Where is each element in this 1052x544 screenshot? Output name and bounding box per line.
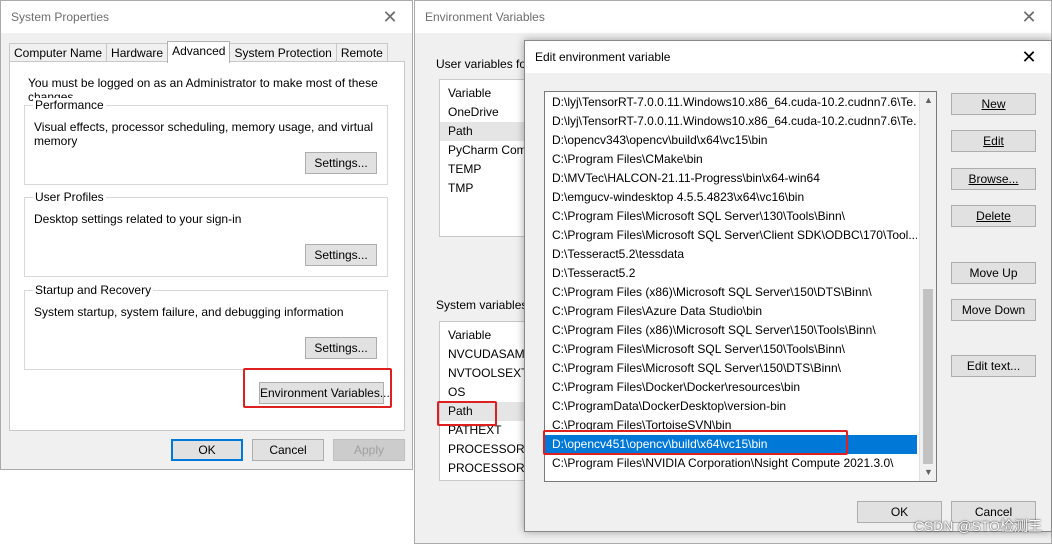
path-entry[interactable]: D:\opencv343\opencv\build\x64\vc15\bin [545,131,917,150]
new-button-label: New [981,97,1006,111]
path-entry[interactable]: D:\emgucv-windesktop 4.5.5.4823\x64\vc16… [545,188,917,207]
path-entry[interactable]: C:\Program Files (x86)\Microsoft SQL Ser… [545,321,917,340]
scroll-down-icon[interactable]: ▼ [920,464,936,481]
edit-text-button[interactable]: Edit text... [951,355,1036,377]
path-entries-list: D:\lyj\TensorRT-7.0.0.11.Windows10.x86_6… [544,91,937,482]
path-entry[interactable]: D:\MVTec\HALCON-21.11-Progress\bin\x64-w… [545,169,917,188]
user-profiles-desc: Desktop settings related to your sign-in [34,212,242,226]
path-entry[interactable]: D:\lyj\TensorRT-7.0.0.11.Windows10.x86_6… [545,93,917,112]
path-entry[interactable]: C:\Program Files\Docker\Docker\resources… [545,378,917,397]
path-entry[interactable]: C:\Program Files\TortoiseSVN\bin [545,416,917,435]
edit-text-button-label: Edit text... [966,359,1021,373]
close-icon[interactable]: ✕ [378,8,402,26]
scrollbar-thumb[interactable] [923,289,933,464]
edit-variable-titlebar: Edit environment variable ✕ [525,41,1051,73]
environment-variables-button[interactable]: Environment Variables... [259,382,390,404]
path-entry[interactable]: D:\opencv451\opencv\build\x64\vc15\bin [545,435,917,454]
edit-button-label: Edit [983,134,1004,148]
system-properties-titlebar: System Properties ✕ [1,1,412,33]
startup-recovery-settings-button[interactable]: Settings... [305,337,377,359]
system-properties-dialog: System Properties ✕ Computer Name Hardwa… [0,0,413,470]
close-icon[interactable]: ✕ [1017,8,1041,26]
delete-button-label: Delete [976,209,1011,223]
user-profiles-settings-button[interactable]: Settings... [305,244,377,266]
tab-bar: Computer Name Hardware Advanced System P… [9,41,388,63]
path-rows: D:\lyj\TensorRT-7.0.0.11.Windows10.x86_6… [545,92,936,473]
path-entry[interactable]: C:\Program Files (x86)\Microsoft SQL Ser… [545,283,917,302]
apply-button[interactable]: Apply [333,439,405,461]
system-properties-title: System Properties [11,10,110,24]
tab-hardware[interactable]: Hardware [106,43,169,62]
edit-button[interactable]: Edit [951,130,1036,152]
close-icon[interactable]: ✕ [1017,48,1041,66]
performance-group: Performance Visual effects, processor sc… [24,98,388,185]
watermark: CSDN @STO检测王 [913,518,1042,534]
performance-desc: Visual effects, processor scheduling, me… [34,120,374,148]
performance-settings-button[interactable]: Settings... [305,152,377,174]
tab-system-protection[interactable]: System Protection [229,43,337,62]
tab-computer-name[interactable]: Computer Name [9,43,108,62]
environment-variables-titlebar: Environment Variables ✕ [415,1,1051,33]
path-entry[interactable]: C:\Program Files\Microsoft SQL Server\13… [545,207,917,226]
user-variables-label: User variables for [436,57,531,71]
path-entry[interactable]: C:\Program Files\NVIDIA Corporation\Nsig… [545,454,917,473]
path-entry[interactable]: C:\Program Files\Microsoft SQL Server\Cl… [545,226,917,245]
path-entry[interactable]: C:\Program Files\CMake\bin [545,150,917,169]
path-entry[interactable]: C:\Program Files\Microsoft SQL Server\15… [545,340,917,359]
startup-recovery-desc: System startup, system failure, and debu… [34,305,344,319]
advanced-tab-pane: You must be logged on as an Administrato… [9,61,405,431]
performance-legend: Performance [33,98,106,112]
cancel-button[interactable]: Cancel [252,439,324,461]
path-entry[interactable]: D:\Tesseract5.2 [545,264,917,283]
path-entry[interactable]: D:\lyj\TensorRT-7.0.0.11.Windows10.x86_6… [545,112,917,131]
path-entry[interactable]: C:\Program Files\Microsoft SQL Server\15… [545,359,917,378]
scroll-up-icon[interactable]: ▲ [920,92,936,109]
path-list-scrollbar[interactable]: ▲ ▼ [919,92,936,481]
move-up-button-label: Move Up [969,266,1018,280]
environment-variables-title: Environment Variables [425,10,545,24]
path-entry[interactable]: D:\Tesseract5.2\tessdata [545,245,917,264]
tab-advanced[interactable]: Advanced [167,41,231,63]
user-profiles-group: User Profiles Desktop settings related t… [24,190,388,277]
new-button[interactable]: New [951,93,1036,115]
startup-recovery-group: Startup and Recovery System startup, sys… [24,283,388,370]
tab-remote[interactable]: Remote [335,43,388,62]
browse-button[interactable]: Browse... [951,168,1036,190]
ok-button[interactable]: OK [171,439,243,461]
path-entry[interactable]: C:\Program Files\Azure Data Studio\bin [545,302,917,321]
edit-environment-variable-dialog: Edit environment variable ✕ D:\lyj\Tenso… [524,40,1052,532]
edit-variable-title: Edit environment variable [535,50,671,64]
move-down-button-label: Move Down [961,303,1026,317]
delete-button[interactable]: Delete [951,205,1036,227]
path-entry[interactable]: C:\ProgramData\DockerDesktop\version-bin [545,397,917,416]
move-down-button[interactable]: Move Down [951,299,1036,321]
user-profiles-legend: User Profiles [33,190,106,204]
move-up-button[interactable]: Move Up [951,262,1036,284]
browse-button-label: Browse... [968,172,1019,186]
system-variables-label: System variables [436,298,528,312]
startup-recovery-legend: Startup and Recovery [33,283,154,297]
